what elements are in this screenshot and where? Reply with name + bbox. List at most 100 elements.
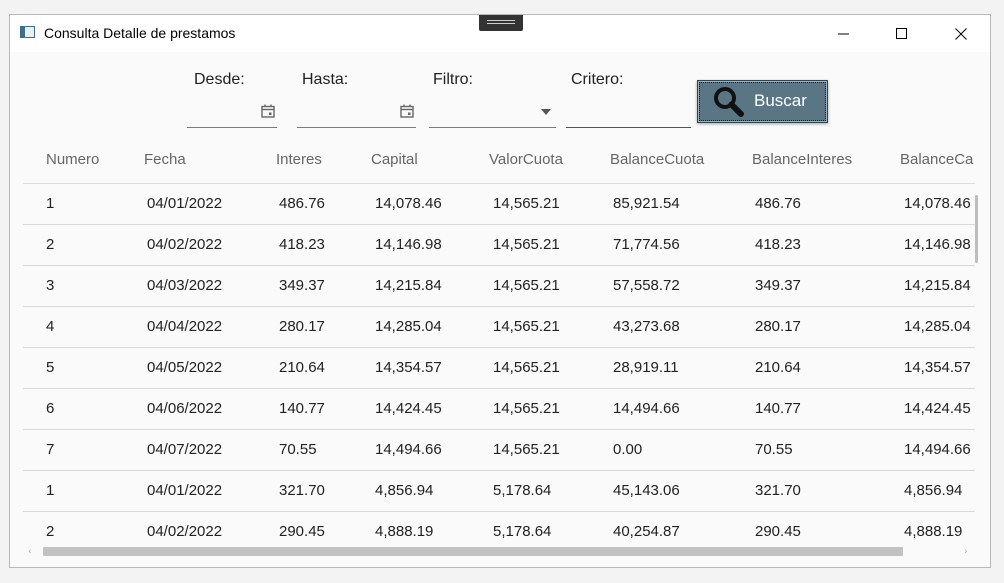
table-cell: 04/01/2022: [147, 195, 223, 212]
drag-handle[interactable]: [479, 15, 523, 31]
table-cell: 4,888.19: [375, 523, 434, 540]
table-row[interactable]: 2 04/02/2022 418.23 14,146.98 14,565.21 71,77…: [23, 225, 975, 266]
table-cell: 14,494.66: [904, 441, 971, 458]
table-cell: 14,494.66: [375, 441, 442, 458]
table-cell: 40,254.87: [613, 523, 680, 540]
calendar-icon[interactable]: [261, 104, 275, 118]
table-row[interactable]: 1 04/01/2022 321.70 4,856.94 5,178.64 45,143.…: [23, 471, 975, 512]
desde-label: Desde:: [194, 71, 245, 88]
calendar-icon[interactable]: [400, 104, 414, 118]
table-cell: 71,774.56: [613, 236, 680, 253]
desde-date-picker[interactable]: [187, 95, 277, 128]
table-row[interactable]: 1 04/01/2022 486.76 14,078.46 14,565.21 85,92…: [23, 184, 975, 225]
column-header-balancecuota[interactable]: BalanceCuota: [610, 151, 704, 168]
minimize-button[interactable]: [821, 15, 867, 52]
table-cell: 140.77: [279, 400, 325, 417]
table-cell: 45,143.06: [613, 482, 680, 499]
column-header-balancecapital[interactable]: BalanceCa: [900, 151, 973, 168]
column-header-numero[interactable]: Numero: [46, 151, 99, 168]
table-cell: 140.77: [755, 400, 801, 417]
table-cell: 14,424.45: [375, 400, 442, 417]
column-header-fecha[interactable]: Fecha: [144, 151, 186, 168]
table-cell: 04/06/2022: [147, 400, 223, 417]
chevron-down-icon: [541, 109, 551, 115]
table-cell: 486.76: [279, 195, 325, 212]
table-cell: 321.70: [755, 482, 801, 499]
table-cell: 04/03/2022: [147, 277, 223, 294]
table-cell: 321.70: [279, 482, 325, 499]
table-cell: 04/05/2022: [147, 359, 223, 376]
filtro-label: Filtro:: [433, 71, 473, 88]
table-cell: 14,565.21: [493, 195, 560, 212]
horizontal-scrollbar-thumb[interactable]: [43, 547, 903, 556]
maximize-button[interactable]: [879, 15, 925, 52]
table-cell: 14,078.46: [904, 195, 971, 212]
app-icon: [20, 26, 35, 38]
vertical-scrollbar-thumb[interactable]: [975, 195, 978, 263]
criterio-input[interactable]: [566, 95, 691, 128]
table-cell: 85,921.54: [613, 195, 680, 212]
table-cell: 14,285.04: [375, 318, 442, 335]
table-cell: 349.37: [279, 277, 325, 294]
table-cell: 4,856.94: [904, 482, 963, 499]
column-header-valorcuota[interactable]: ValorCuota: [489, 151, 563, 168]
table-cell: 14,354.57: [375, 359, 442, 376]
buscar-label: Buscar: [754, 91, 807, 110]
column-header-interes[interactable]: Interes: [276, 151, 322, 168]
table-cell: 14,494.66: [613, 400, 680, 417]
horizontal-scrollbar[interactable]: ‹ ›: [23, 544, 977, 558]
table-cell: 14,565.21: [493, 400, 560, 417]
detalle-data-grid[interactable]: Numero Fecha Interes Capital ValorCuota …: [23, 141, 975, 545]
table-cell: 14,215.84: [375, 277, 442, 294]
table-cell: 04/02/2022: [147, 523, 223, 540]
table-cell: 28,919.11: [613, 359, 679, 376]
table-cell: 5,178.64: [493, 523, 552, 540]
filtro-dropdown[interactable]: [429, 95, 556, 128]
table-cell: 04/01/2022: [147, 482, 223, 499]
hasta-date-picker[interactable]: [297, 95, 416, 128]
table-row[interactable]: 3 04/03/2022 349.37 14,215.84 14,565.21 57,55…: [23, 266, 975, 307]
table-row[interactable]: 4 04/04/2022 280.17 14,285.04 14,565.21 43,27…: [23, 307, 975, 348]
table-cell: 04/02/2022: [147, 236, 223, 253]
table-cell: 14,565.21: [493, 318, 560, 335]
title-bar[interactable]: Consulta Detalle de prestamos: [10, 15, 990, 52]
hasta-label: Hasta:: [302, 71, 349, 88]
table-cell: 3: [46, 277, 55, 294]
table-cell: 5: [46, 359, 55, 376]
table-cell: 14,424.45: [904, 400, 971, 417]
buscar-button[interactable]: Buscar: [697, 80, 828, 123]
table-cell: 57,558.72: [613, 277, 680, 294]
table-cell: 290.45: [279, 523, 325, 540]
table-cell: 43,273.68: [613, 318, 680, 335]
table-cell: 14,565.21: [493, 236, 560, 253]
table-cell: 14,565.21: [493, 359, 560, 376]
table-row[interactable]: 6 04/06/2022 140.77 14,424.45 14,565.21 14,49…: [23, 389, 975, 430]
scroll-right-arrow[interactable]: ›: [964, 547, 968, 557]
table-cell: 14,354.57: [904, 359, 971, 376]
column-header-capital[interactable]: Capital: [371, 151, 418, 168]
table-row[interactable]: 2 04/02/2022 290.45 4,888.19 5,178.64 40,254.…: [23, 512, 975, 545]
table-row[interactable]: 5 04/05/2022 210.64 14,354.57 14,565.21 28,91…: [23, 348, 975, 389]
table-cell: 4,888.19: [904, 523, 963, 540]
table-cell: 5,178.64: [493, 482, 552, 499]
grid-header: Numero Fecha Interes Capital ValorCuota …: [23, 141, 975, 184]
table-cell: 0.00: [613, 441, 643, 458]
table-row[interactable]: 7 04/07/2022 70.55 14,494.66 14,565.21 0.00 70…: [23, 430, 975, 471]
close-button[interactable]: [938, 15, 984, 52]
table-cell: 2: [46, 236, 55, 253]
table-cell: 14,215.84: [904, 277, 971, 294]
table-cell: 210.64: [755, 359, 801, 376]
search-icon: [714, 87, 744, 117]
table-cell: 349.37: [755, 277, 801, 294]
column-header-balanceinteres[interactable]: BalanceInteres: [752, 151, 852, 168]
table-cell: 418.23: [755, 236, 801, 253]
table-cell: 14,146.98: [375, 236, 442, 253]
scroll-left-arrow[interactable]: ‹: [28, 547, 32, 557]
minimize-icon: [838, 33, 849, 34]
table-cell: 418.23: [279, 236, 325, 253]
table-cell: 280.17: [279, 318, 325, 335]
table-cell: 486.76: [755, 195, 801, 212]
table-cell: 04/04/2022: [147, 318, 223, 335]
table-cell: 2: [46, 523, 55, 540]
table-cell: 70.55: [279, 441, 317, 458]
